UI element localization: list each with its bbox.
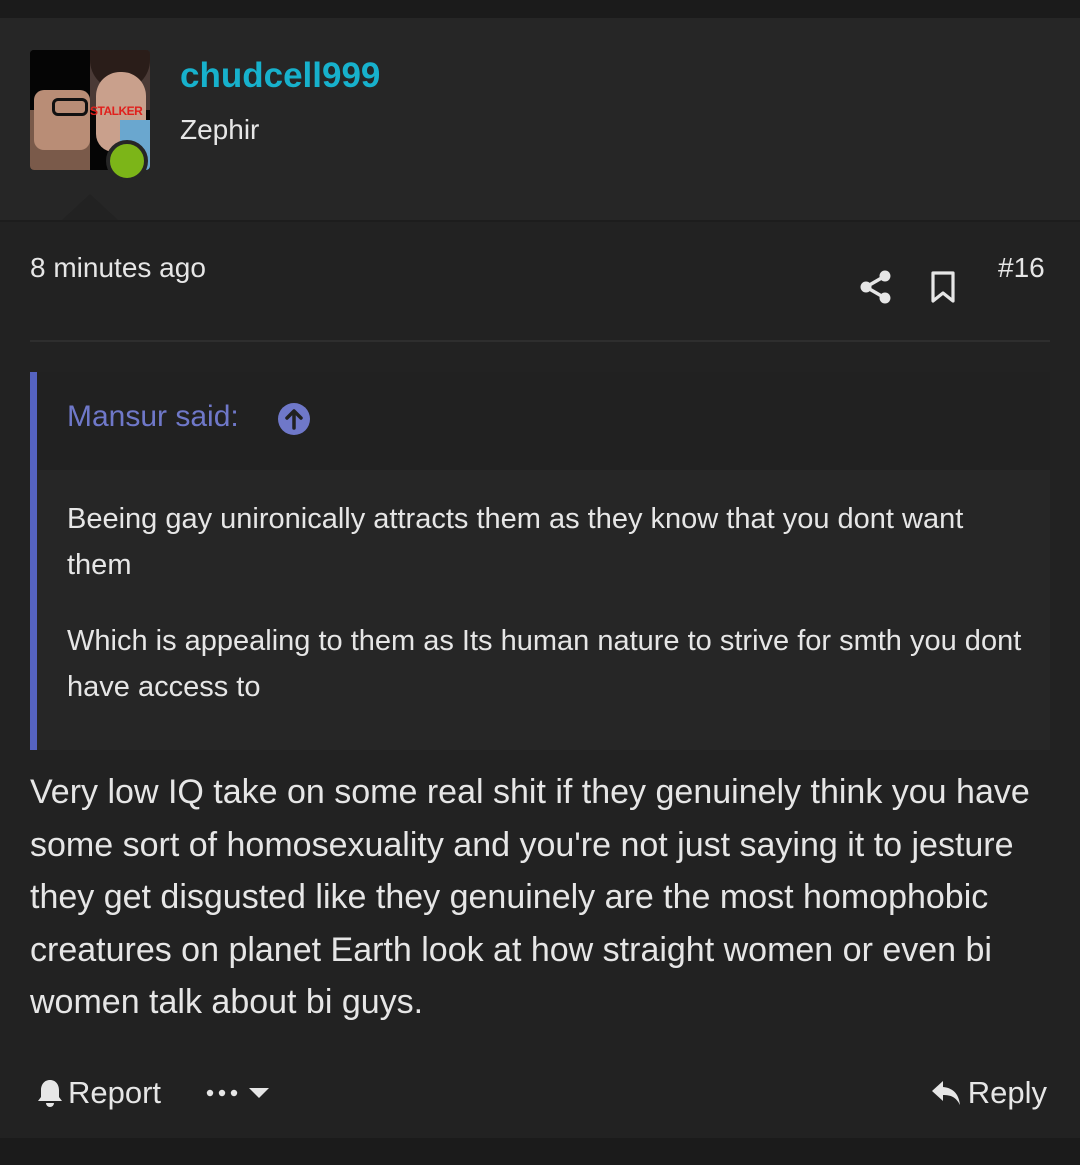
post-message: Very low IQ take on some real shit if th…	[30, 773, 1030, 1021]
report-label: Report	[68, 1075, 162, 1110]
quote-content: Beeing gay unironically attracts them as…	[67, 496, 1027, 740]
more-options-menu[interactable]	[206, 1070, 270, 1116]
quote-header: Mansur said:	[37, 372, 1050, 470]
avatar-text: STALKER	[90, 104, 143, 118]
share-icon[interactable]	[860, 270, 892, 304]
report-button[interactable]: Report	[36, 1070, 161, 1116]
post-number-link[interactable]: #16	[998, 252, 1045, 284]
reply-label: Reply	[967, 1075, 1047, 1110]
user-title: Zephir	[180, 114, 260, 145]
avatar-glasses	[52, 98, 88, 116]
meta-divider	[30, 340, 1050, 342]
bell-icon	[38, 1080, 62, 1107]
bottom-page-strip	[0, 1138, 1080, 1165]
quote-block: Mansur said: Beeing gay unironically att…	[30, 372, 1050, 750]
bookmark-icon[interactable]	[928, 270, 958, 304]
quote-paragraph: Which is appealing to them as Its human …	[67, 625, 1022, 703]
arrow-up-circle-icon[interactable]	[277, 402, 311, 436]
reply-button[interactable]: Reply	[930, 1070, 1047, 1116]
post-user-header: STALKER chudcell999 Zephir	[0, 18, 1080, 222]
quote-author-link[interactable]: Mansur said:	[67, 400, 239, 434]
quote-paragraph: Beeing gay unironically attracts them as…	[67, 503, 964, 581]
reply-arrow-icon	[931, 1081, 960, 1105]
caret-down-icon	[249, 1088, 269, 1098]
top-page-strip	[0, 0, 1080, 18]
forum-post: STALKER chudcell999 Zephir 8 minutes ago…	[0, 18, 1080, 1138]
header-pointer-arrow	[62, 194, 118, 220]
post-timestamp[interactable]: 8 minutes ago	[30, 252, 206, 284]
post-actions-bar: Report Reply	[0, 1070, 1080, 1116]
username-link[interactable]: chudcell999	[180, 56, 380, 96]
ellipsis-icon	[206, 1089, 238, 1097]
online-status-indicator	[106, 140, 148, 182]
